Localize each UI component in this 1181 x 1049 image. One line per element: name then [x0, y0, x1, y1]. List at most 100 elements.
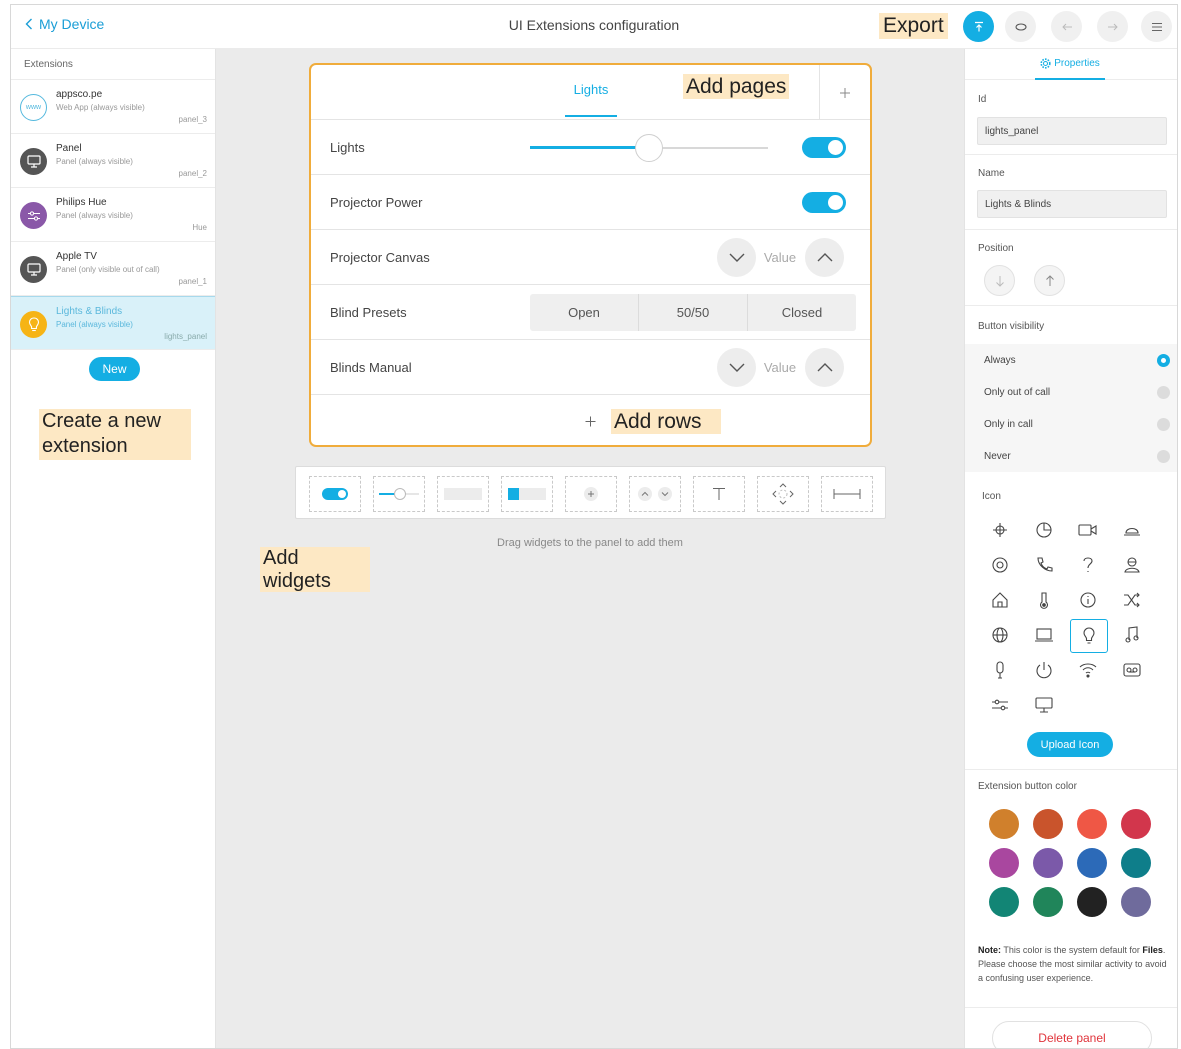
music-note-icon[interactable]	[1114, 619, 1150, 651]
arrow-right-icon	[1107, 23, 1118, 30]
extension-item-apple-tv[interactable]: Apple TV Panel (only visible out of call…	[11, 242, 215, 296]
visibility-option-out-of-call[interactable]: Only out of call	[965, 376, 1177, 408]
annotation-line: extension	[42, 435, 128, 457]
name-input[interactable]	[977, 190, 1167, 218]
color-swatch-rust[interactable]	[1033, 809, 1063, 839]
widget-row-projector-canvas[interactable]: Projector Canvas Value	[311, 230, 870, 285]
id-input[interactable]	[977, 117, 1167, 145]
globe-icon[interactable]	[982, 619, 1018, 651]
widget-row-lights[interactable]: Lights	[311, 120, 870, 175]
radio[interactable]	[1157, 450, 1170, 463]
extension-item-philips-hue[interactable]: Philips Hue Panel (always visible) Hue	[11, 188, 215, 242]
color-swatch-red[interactable]	[1077, 809, 1107, 839]
microphone-icon[interactable]	[982, 654, 1018, 686]
projector-power-toggle[interactable]	[802, 192, 846, 213]
extension-name: Apple TV	[56, 251, 97, 262]
color-swatch-green[interactable]	[1033, 887, 1063, 917]
directional-pad-widget[interactable]	[757, 476, 809, 512]
menu-icon	[1151, 22, 1162, 31]
question-mark-icon[interactable]	[1070, 549, 1106, 581]
visibility-option-in-call[interactable]: Only in call	[965, 408, 1177, 440]
toggle-widget[interactable]	[309, 476, 361, 512]
add-page-button[interactable]	[819, 65, 870, 120]
color-swatch-sea-green[interactable]	[989, 887, 1019, 917]
lights-slider[interactable]	[530, 134, 768, 162]
delete-panel-button[interactable]: Delete panel	[992, 1021, 1152, 1048]
color-swatch-crimson[interactable]	[1121, 809, 1151, 839]
toggle-button-widget[interactable]	[501, 476, 553, 512]
video-camera-icon[interactable]	[1070, 514, 1106, 546]
sliders-icon[interactable]	[982, 689, 1018, 721]
radio[interactable]	[1157, 386, 1170, 399]
extension-item-lights-blinds[interactable]: Lights & Blinds Panel (always visible) l…	[11, 296, 215, 350]
voicemail-icon[interactable]	[1114, 654, 1150, 686]
export-button[interactable]	[963, 11, 994, 42]
thermometer-icon[interactable]	[1026, 584, 1062, 616]
back-button[interactable]: My Device	[25, 16, 104, 32]
color-swatch-black[interactable]	[1077, 887, 1107, 917]
alarm-bell-icon[interactable]	[1114, 514, 1150, 546]
wifi-icon[interactable]	[1070, 654, 1106, 686]
spacer-widget[interactable]	[821, 476, 873, 512]
info-icon[interactable]	[1070, 584, 1106, 616]
extension-item-panel[interactable]: Panel Panel (always visible) panel_2	[11, 134, 215, 188]
toggle-icon	[322, 488, 348, 500]
button-widget[interactable]	[437, 476, 489, 512]
note-prefix: Note:	[978, 945, 1001, 955]
shuffle-icon[interactable]	[1114, 584, 1150, 616]
extensions-sidebar: Extensions www appsco.pe Web App (always…	[11, 49, 216, 1048]
monitor-icon	[20, 256, 47, 283]
decrement-button[interactable]	[717, 238, 756, 277]
power-icon[interactable]	[1026, 654, 1062, 686]
widget-row-blinds-manual[interactable]: Blinds Manual Value	[311, 340, 870, 395]
tab-properties[interactable]: Properties	[1035, 49, 1105, 80]
preview-button[interactable]	[1005, 11, 1036, 42]
extensions-header: Extensions	[11, 49, 215, 80]
extension-id: panel_1	[178, 277, 207, 286]
pie-chart-icon[interactable]	[1026, 514, 1062, 546]
add-rows-annotation: Add rows	[611, 409, 721, 434]
widget-row-projector-power[interactable]: Projector Power	[311, 175, 870, 230]
radio-selected[interactable]	[1157, 354, 1170, 367]
add-widgets-annotation: Add widgets	[260, 547, 370, 592]
color-swatch-purple[interactable]	[1033, 848, 1063, 878]
increment-button[interactable]	[805, 348, 844, 387]
color-swatch-teal[interactable]	[1121, 848, 1151, 878]
move-down-button[interactable]	[984, 265, 1015, 296]
lightbulb-icon[interactable]	[1070, 619, 1108, 653]
upload-icon-button[interactable]: Upload Icon	[1027, 732, 1113, 757]
color-swatch-slate[interactable]	[1121, 887, 1151, 917]
extension-item-appscope[interactable]: www appsco.pe Web App (always visible) p…	[11, 80, 215, 134]
color-swatch-blue[interactable]	[1077, 848, 1107, 878]
new-extension-button[interactable]: New	[89, 357, 140, 381]
target-icon[interactable]	[982, 549, 1018, 581]
laptop-icon[interactable]	[1026, 619, 1062, 651]
decrement-button[interactable]	[717, 348, 756, 387]
undo-button[interactable]	[1051, 11, 1082, 42]
widget-row-blind-presets[interactable]: Blind Presets Open 50/50 Closed	[311, 285, 870, 340]
lights-toggle[interactable]	[802, 137, 846, 158]
preset-closed-button[interactable]: Closed	[748, 294, 856, 331]
up-down-widget[interactable]	[629, 476, 681, 512]
preset-open-button[interactable]: Open	[530, 294, 639, 331]
menu-button[interactable]	[1141, 11, 1172, 42]
text-widget[interactable]	[693, 476, 745, 512]
color-swatch-orange[interactable]	[989, 809, 1019, 839]
spinner-widget[interactable]	[565, 476, 617, 512]
preset-half-button[interactable]: 50/50	[639, 294, 748, 331]
slider-widget[interactable]	[373, 476, 425, 512]
slider-thumb[interactable]	[635, 134, 663, 162]
phone-icon[interactable]	[1026, 549, 1062, 581]
monitor-icon[interactable]	[1026, 689, 1062, 721]
redo-button[interactable]	[1097, 11, 1128, 42]
increment-button[interactable]	[805, 238, 844, 277]
briefcase-icon[interactable]	[982, 514, 1018, 546]
visibility-option-always[interactable]: Always	[965, 344, 1177, 376]
tab-lights[interactable]: Lights	[565, 65, 617, 117]
color-swatch-magenta[interactable]	[989, 848, 1019, 878]
add-row-button[interactable]: Add rows	[311, 395, 870, 445]
radio[interactable]	[1157, 418, 1170, 431]
home-icon[interactable]	[982, 584, 1018, 616]
concierge-icon[interactable]	[1114, 549, 1150, 581]
move-up-button[interactable]	[1034, 265, 1065, 296]
